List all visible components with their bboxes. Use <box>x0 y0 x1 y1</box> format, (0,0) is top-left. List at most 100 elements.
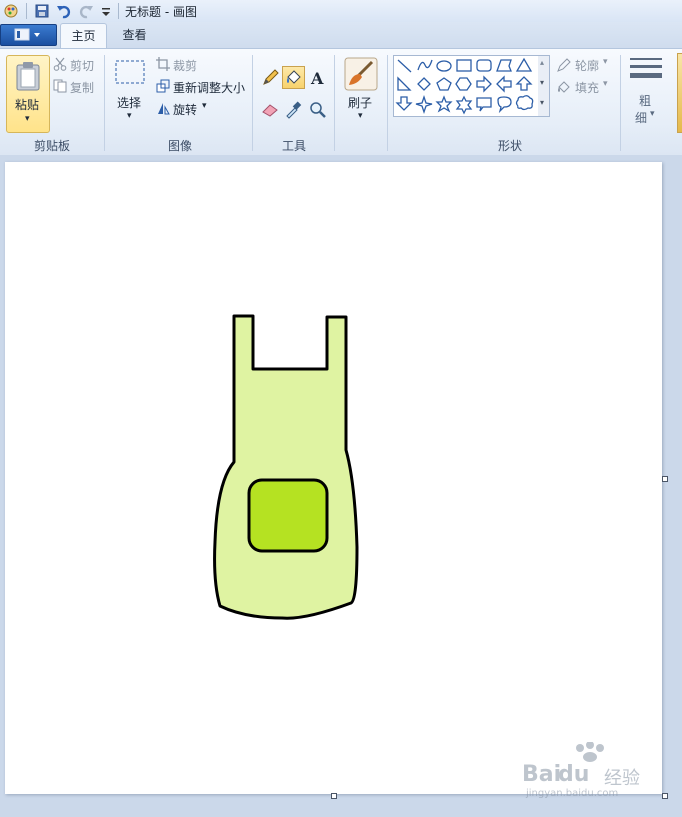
canvas-resize-handle-right[interactable] <box>662 476 668 482</box>
rotate-icon <box>158 103 170 115</box>
oval-callout-shape-icon <box>497 96 512 114</box>
outline-dropdown-arrow[interactable]: ▾ <box>603 57 608 67</box>
brushes-dropdown-arrow[interactable]: ▾ <box>358 111 363 121</box>
pencil-tool[interactable] <box>259 66 282 89</box>
clipboard-icon <box>16 62 40 91</box>
rectangle-shape-icon <box>456 59 472 72</box>
up-arrow-shape-icon <box>515 76 533 91</box>
window-title: 无标题 - 画图 <box>125 5 197 19</box>
cloud-callout-shape-icon <box>515 95 534 111</box>
select-rectangle-icon[interactable] <box>114 59 146 85</box>
group-separator <box>252 55 253 151</box>
shapes-group-label: 形状 <box>497 139 522 153</box>
right-arrow-shape-icon <box>476 75 492 93</box>
copy-button[interactable]: 复制 <box>70 79 94 96</box>
pencil-icon <box>263 69 279 85</box>
ribbon-tab-row: 主页 查看 <box>0 22 682 48</box>
group-separator <box>104 55 105 151</box>
apron-shape <box>213 314 359 620</box>
svg-text:A: A <box>310 69 324 88</box>
outline-button[interactable]: 轮廓 <box>575 57 599 74</box>
shapes-gallery-icons <box>395 56 549 116</box>
group-separator <box>387 55 388 151</box>
six-point-star-shape-icon <box>455 95 473 115</box>
eraser-tool[interactable] <box>259 98 282 121</box>
apron-drawing <box>213 314 359 620</box>
group-separator <box>334 55 335 151</box>
resize-icon <box>156 79 170 93</box>
tab-view[interactable]: 查看 <box>112 23 157 47</box>
pentagon-shape-icon <box>436 77 452 91</box>
magnifier-tool[interactable] <box>306 98 329 121</box>
text-tool[interactable]: A <box>306 66 329 89</box>
save-icon[interactable] <box>34 3 50 19</box>
rect-callout-shape-icon <box>476 97 492 112</box>
right-triangle-shape-icon <box>397 76 412 91</box>
gallery-scroll-up[interactable]: ▴ <box>540 58 544 67</box>
cut-button[interactable]: 剪切 <box>70 57 94 74</box>
fill-bucket-icon <box>558 81 570 93</box>
brushes-button[interactable]: 刷子 <box>348 94 372 111</box>
fill-tool[interactable] <box>282 66 305 89</box>
shapes-gallery: ▴ ▾ ▾ <box>393 55 550 117</box>
image-group-label: 图像 <box>167 139 192 153</box>
color-picker-tool[interactable] <box>282 98 305 121</box>
gallery-expand[interactable]: ▾ <box>540 98 544 107</box>
rotate-dropdown-arrow[interactable]: ▾ <box>202 101 207 111</box>
down-arrow-shape-icon <box>395 96 413 111</box>
eraser-icon <box>262 104 278 117</box>
canvas-resize-handle-bottom[interactable] <box>331 793 337 799</box>
drawing-canvas[interactable] <box>5 162 662 794</box>
paste-label: 粘贴 <box>15 98 40 112</box>
rotate-button[interactable]: 旋转 <box>173 101 197 118</box>
qa-separator <box>26 3 27 19</box>
baidu-watermark: Bai du 经验 jingyan.baidu.com <box>522 741 672 815</box>
brush-icon[interactable] <box>344 57 378 91</box>
select-dropdown-arrow[interactable]: ▾ <box>127 111 132 121</box>
oval-shape-icon <box>436 60 452 72</box>
group-separator <box>620 55 621 151</box>
left-arrow-shape-icon <box>496 75 512 93</box>
line-shape-icon <box>397 59 412 73</box>
size-dropdown-arrow[interactable]: ▾ <box>650 109 655 119</box>
text-a-icon: A <box>310 69 324 88</box>
gallery-scroll-down[interactable]: ▾ <box>540 78 544 87</box>
five-point-star-shape-icon <box>435 95 453 113</box>
app-menu-button[interactable] <box>0 24 57 46</box>
customize-toolbar-icon[interactable] <box>98 3 114 19</box>
diamond-shape-icon <box>417 77 431 91</box>
watermark-brand-cn: 经验 <box>604 768 640 789</box>
four-point-star-shape-icon <box>415 94 433 115</box>
fill-dropdown-arrow[interactable]: ▾ <box>603 79 608 89</box>
tools-group-label: 工具 <box>281 139 306 153</box>
watermark-brand: Bai <box>522 762 562 787</box>
size-lines-icon[interactable] <box>629 57 663 83</box>
undo-icon[interactable] <box>56 3 72 19</box>
scissors-icon <box>53 57 67 71</box>
polygon-shape-icon <box>496 59 512 72</box>
app-menu-icon <box>14 28 40 41</box>
outline-pen-icon <box>557 58 571 72</box>
size-label-1[interactable]: 粗 <box>639 92 651 109</box>
triangle-shape-icon <box>515 57 533 72</box>
redo-icon[interactable] <box>78 3 94 19</box>
ribbon: 粘贴 ▾ 剪切 复制 剪贴板 选择 ▾ 裁剪 重新调整大小 旋转 ▾ 图像 A … <box>0 48 682 156</box>
eyedropper-icon <box>286 101 302 119</box>
paint-app-icon[interactable] <box>3 3 19 19</box>
qa-separator <box>118 3 119 19</box>
resize-button[interactable]: 重新调整大小 <box>173 79 245 96</box>
paste-dropdown-arrow[interactable]: ▾ <box>25 114 30 124</box>
fill-button[interactable]: 填充 <box>575 79 599 96</box>
curve-shape-icon <box>417 59 433 71</box>
watermark-url: jingyan.baidu.com <box>526 788 619 799</box>
paste-button[interactable]: 粘贴 ▾ <box>6 55 50 133</box>
crop-button[interactable]: 裁剪 <box>173 57 197 74</box>
clipboard-group-label: 剪贴板 <box>33 139 70 153</box>
title-bar: 无标题 - 画图 <box>0 0 682 23</box>
tab-home[interactable]: 主页 <box>60 23 107 48</box>
workspace <box>0 155 682 817</box>
size-label-2[interactable]: 细 <box>635 109 647 126</box>
select-button[interactable]: 选择 <box>117 94 141 111</box>
color-swatch-edge[interactable] <box>677 53 682 133</box>
apron-pocket <box>247 478 329 553</box>
